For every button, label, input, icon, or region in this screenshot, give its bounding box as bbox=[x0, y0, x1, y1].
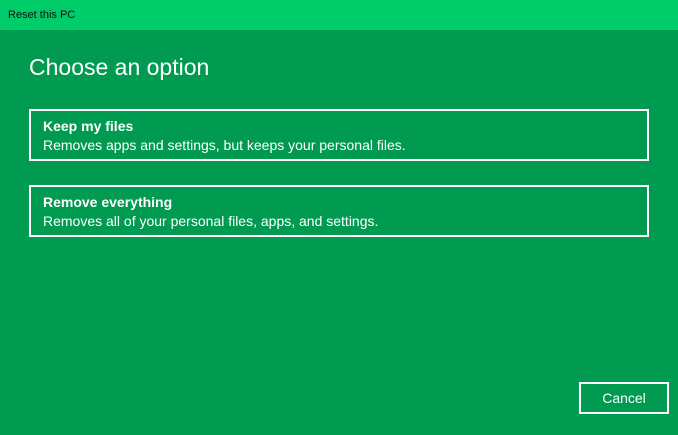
title-bar: Reset this PC bbox=[0, 0, 678, 30]
option-title: Keep my files bbox=[43, 118, 134, 134]
cancel-button[interactable]: Cancel bbox=[579, 382, 669, 414]
remove-everything-option[interactable]: Remove everything Removes all of your pe… bbox=[29, 185, 649, 237]
option-description: Removes all of your personal files, apps… bbox=[43, 213, 379, 229]
option-description: Removes apps and settings, but keeps you… bbox=[43, 137, 406, 153]
window-title: Reset this PC bbox=[8, 9, 76, 21]
dialog-content: Choose an option Keep my files Removes a… bbox=[0, 30, 678, 435]
option-title: Remove everything bbox=[43, 194, 173, 210]
keep-my-files-option[interactable]: Keep my files Removes apps and settings,… bbox=[29, 109, 649, 161]
page-title: Choose an option bbox=[29, 54, 210, 80]
